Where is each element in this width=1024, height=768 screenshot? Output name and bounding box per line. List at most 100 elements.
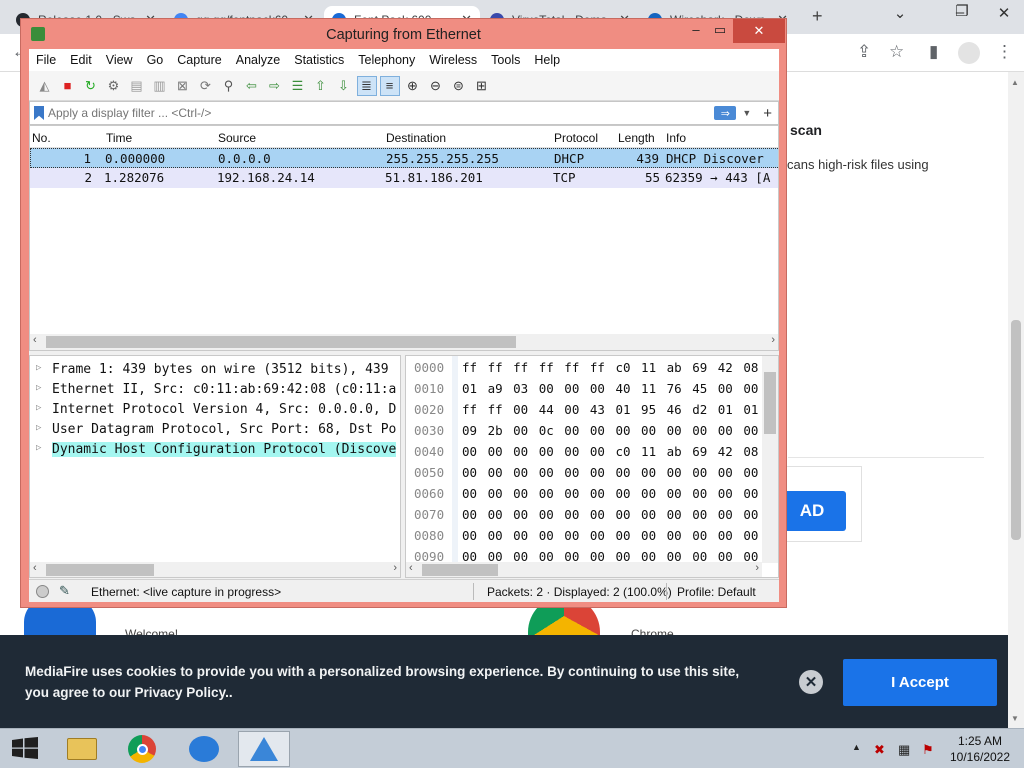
menu-edit[interactable]: Edit	[63, 53, 99, 67]
hex-line[interactable]: 0040 00 00 00 00 00 00 c0 11 ab 69 42 08 …	[406, 442, 776, 463]
network-icon[interactable]: ▦	[898, 742, 910, 758]
stop-capture-icon[interactable]: ■	[58, 76, 78, 96]
bytes-hscrollbar[interactable]: ‹ ›	[406, 562, 762, 577]
hex-line[interactable]: 0070 00 00 00 00 00 00 00 00 00 00 00 00 …	[406, 505, 776, 526]
bytes-vscroll-thumb[interactable]	[764, 372, 776, 434]
action-center-icon[interactable]: ⚑	[922, 742, 934, 758]
save-file-icon[interactable]: ▥	[150, 76, 170, 96]
scroll-down-icon[interactable]: ▼	[1011, 714, 1019, 723]
menu-kebab-icon[interactable]: ⋮	[996, 42, 1013, 62]
packet-row[interactable]: 1 0.000000 0.0.0.0 255.255.255.255 DHCP …	[30, 148, 778, 168]
chrome-taskbar-icon[interactable]	[116, 731, 168, 767]
expand-triangle-icon[interactable]: ▷	[36, 383, 41, 393]
menu-tools[interactable]: Tools	[484, 53, 527, 67]
reload-file-icon[interactable]: ⟳	[196, 76, 216, 96]
menu-go[interactable]: Go	[140, 53, 171, 67]
col-time[interactable]: Time	[106, 131, 132, 145]
zoom-in-icon[interactable]: ⊕	[403, 76, 423, 96]
go-back-icon[interactable]: ⇦	[242, 76, 262, 96]
restore-icon[interactable]: ❐	[942, 2, 982, 26]
tab-search-icon[interactable]: ⌄	[880, 4, 920, 28]
normal-size-icon[interactable]: ⊜	[449, 76, 469, 96]
cookie-accept-button[interactable]: I Accept	[843, 659, 997, 706]
first-packet-icon[interactable]: ⇧	[311, 76, 331, 96]
open-file-icon[interactable]: ▤	[127, 76, 147, 96]
ws-minimize-button[interactable]: –	[683, 22, 709, 42]
go-forward-icon[interactable]: ⇨	[265, 76, 285, 96]
hex-line[interactable]: 0030 09 2b 00 0c 00 00 00 00 00 00 00 00 …	[406, 421, 776, 442]
detail-tree-item[interactable]: ▷ Frame 1: 439 bytes on wire (3512 bits),…	[30, 360, 400, 380]
bytes-vscrollbar[interactable]	[762, 356, 778, 563]
autoscroll-icon[interactable]: ≣	[356, 75, 377, 96]
profile-avatar[interactable]	[958, 42, 980, 64]
scroll-left-icon[interactable]: ‹	[33, 334, 37, 346]
scroll-left-icon[interactable]: ‹	[33, 562, 37, 574]
col-info[interactable]: Info	[666, 131, 686, 145]
side-panel-icon[interactable]: ▮	[929, 42, 938, 62]
last-packet-icon[interactable]: ⇩	[334, 76, 354, 96]
go-to-packet-icon[interactable]: ☰	[288, 76, 308, 96]
detail-tree-item[interactable]: ▷ User Datagram Protocol, Src Port: 68, D…	[30, 420, 400, 440]
scroll-right-icon[interactable]: ›	[393, 562, 397, 574]
bytes-hscroll-thumb[interactable]	[422, 564, 498, 576]
page-scroll-thumb[interactable]	[1011, 320, 1021, 540]
col-source[interactable]: Source	[218, 131, 256, 145]
menu-statistics[interactable]: Statistics	[287, 53, 351, 67]
taskbar-clock[interactable]: 1:25 AM 10/16/2022	[948, 733, 1012, 765]
scroll-up-icon[interactable]: ▲	[1011, 78, 1019, 87]
hex-line[interactable]: 0060 00 00 00 00 00 00 00 00 00 00 00 00 …	[406, 484, 776, 505]
restart-capture-icon[interactable]: ↻	[81, 76, 101, 96]
expert-info-icon[interactable]	[36, 585, 49, 598]
messenger-taskbar-icon[interactable]	[178, 731, 230, 767]
start-capture-fin-icon[interactable]: ◭	[35, 76, 55, 96]
expand-triangle-icon[interactable]: ▷	[36, 363, 41, 373]
close-file-icon[interactable]: ⊠	[173, 76, 193, 96]
capture-comment-icon[interactable]: ✎	[59, 583, 70, 599]
display-filter-input[interactable]	[48, 103, 715, 123]
bookmark-star-icon[interactable]: ☆	[889, 42, 904, 62]
tray-expand-icon[interactable]: ▲	[852, 742, 861, 752]
apply-filter-arrow-icon[interactable]: ⇒	[714, 106, 737, 120]
detail-tree-item[interactable]: ▷ Dynamic Host Configuration Protocol (Di…	[30, 440, 400, 460]
expand-triangle-icon[interactable]: ▷	[36, 403, 41, 413]
menu-file[interactable]: File	[29, 53, 63, 67]
menu-view[interactable]: View	[99, 53, 140, 67]
menu-wireless[interactable]: Wireless	[422, 53, 484, 67]
packet-list-hscrollbar[interactable]: ‹ ›	[30, 334, 778, 350]
packet-list-hscroll-thumb[interactable]	[46, 336, 516, 348]
details-hscrollbar[interactable]: ‹ ›	[30, 562, 400, 577]
hex-line[interactable]: 0010 01 a9 03 00 00 00 40 11 76 45 00 00 …	[406, 379, 776, 400]
menu-help[interactable]: Help	[527, 53, 567, 67]
hex-line[interactable]: 0020 ff ff 00 44 00 43 01 95 46 d2 01 01 …	[406, 400, 776, 421]
menu-analyze[interactable]: Analyze	[229, 53, 287, 67]
zoom-out-icon[interactable]: ⊖	[426, 76, 446, 96]
hex-line[interactable]: 0080 00 00 00 00 00 00 00 00 00 00 00 00 …	[406, 526, 776, 547]
add-filter-button[interactable]: +	[763, 105, 772, 122]
menu-telephony[interactable]: Telephony	[351, 53, 422, 67]
colorize-icon[interactable]: ≡	[379, 75, 400, 96]
col-no[interactable]: No.	[32, 131, 51, 145]
find-packet-icon[interactable]: ⚲	[219, 76, 239, 96]
scroll-right-icon[interactable]: ›	[755, 562, 759, 574]
expand-triangle-icon[interactable]: ▷	[36, 443, 41, 453]
start-windows-icon[interactable]	[12, 737, 38, 759]
capture-options-gear-icon[interactable]: ⚙	[104, 76, 124, 96]
scroll-left-icon[interactable]: ‹	[409, 562, 413, 574]
col-protocol[interactable]: Protocol	[554, 131, 598, 145]
filter-dropdown-icon[interactable]: ▼	[742, 108, 751, 118]
detail-tree-item[interactable]: ▷ Internet Protocol Version 4, Src: 0.0.0…	[30, 400, 400, 420]
file-explorer-icon[interactable]	[56, 731, 108, 767]
hex-line[interactable]: 0050 00 00 00 00 00 00 00 00 00 00 00 00 …	[406, 463, 776, 484]
expand-triangle-icon[interactable]: ▷	[36, 423, 41, 433]
volume-muted-icon[interactable]: ✖	[874, 742, 885, 758]
details-hscroll-thumb[interactable]	[46, 564, 154, 576]
menu-capture[interactable]: Capture	[170, 53, 228, 67]
packet-row[interactable]: 2 1.282076 192.168.24.14 51.81.186.201 T…	[30, 168, 778, 188]
scroll-right-icon[interactable]: ›	[771, 334, 775, 346]
wireshark-taskbar-icon[interactable]	[238, 731, 290, 767]
col-destination[interactable]: Destination	[386, 131, 446, 145]
hex-line[interactable]: 0000 ff ff ff ff ff ff c0 11 ab 69 42 08 …	[406, 358, 776, 379]
col-length[interactable]: Length	[618, 131, 655, 145]
filter-bookmark-icon[interactable]	[34, 106, 44, 120]
resize-columns-icon[interactable]: ⊞	[472, 76, 492, 96]
